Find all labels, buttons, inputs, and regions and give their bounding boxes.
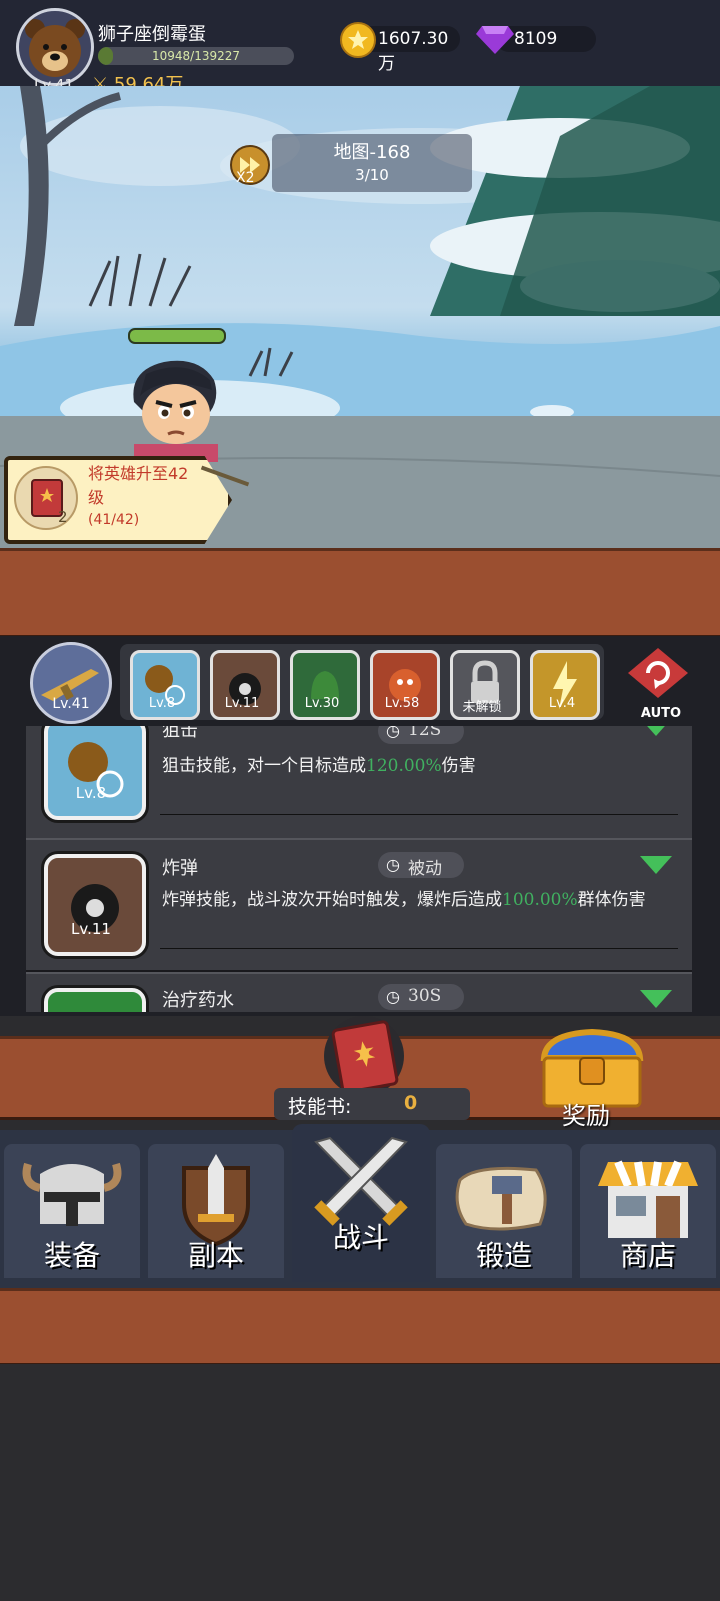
skill-cooldown-text: 12S (408, 726, 442, 740)
gold-value: 1607.30万 (378, 29, 449, 74)
bear-avatar-icon (25, 19, 85, 77)
gem-icon (476, 24, 514, 58)
divider (160, 948, 678, 949)
wave-progress: 3/10 (355, 166, 389, 184)
skill-book-icon[interactable] (330, 1019, 400, 1095)
quest-title: 将英雄升至42级 (88, 464, 189, 507)
skill-slot-level: Lv.11 (224, 696, 260, 711)
weapon-level: Lv.41 (52, 696, 90, 712)
bottom-empty-area (0, 1364, 720, 1601)
skill-description: 狙击技能，对一个目标造成120.00%伤害 (162, 756, 476, 776)
skill-icon-bomb (44, 854, 146, 956)
reward-label: 奖励 (562, 1102, 610, 1130)
gold-coin-icon (340, 22, 376, 58)
nav-label: 锻造 (475, 1239, 532, 1272)
skill-slot-level: Lv.4 (548, 696, 576, 711)
expand-arrow-icon[interactable] (640, 990, 672, 1008)
nav-label: 商店 (619, 1239, 676, 1272)
exp-text: 10948/139227 (151, 49, 241, 63)
quest-progress: (41/42) (88, 512, 140, 528)
skill-level: Lv.8 (75, 784, 107, 802)
nav-label: 战斗 (332, 1221, 389, 1254)
hero-hp-bar (128, 328, 226, 344)
auto-label: AUTO (640, 706, 682, 721)
nav-label: 装备 (43, 1239, 100, 1272)
gem-value: 8109 (514, 29, 558, 49)
skill-level: Lv.11 (71, 920, 111, 938)
potion-icon (48, 992, 142, 1012)
player-name: 狮子座倒霉蛋 (98, 24, 206, 45)
clock-icon: ◷ (386, 987, 400, 1006)
skill-icon-potion (44, 988, 146, 1012)
skill-slot-level: Lv.30 (304, 696, 340, 711)
skill-cooldown-text: 被动 (408, 859, 442, 879)
clock-icon: ◷ (386, 726, 400, 740)
skill-cooldown-text: 30S (408, 986, 442, 1006)
exp-bar: 10948/139227 (98, 47, 294, 65)
nav-tab-battle[interactable] (292, 1124, 430, 1282)
skill-name: 炸弹 (162, 858, 198, 879)
quest-item-slot (14, 466, 78, 530)
map-name: 地图-168 (333, 142, 411, 163)
skill-cooldown: ◷ 被动 (378, 852, 464, 879)
nav-label: 副本 (187, 1239, 244, 1272)
skill-name: 狙击 (162, 726, 198, 741)
skill-book-count: 0 (404, 1092, 418, 1114)
wood-plank-bottom (0, 1288, 720, 1366)
skill-list[interactable]: Lv.8 狙击 ◷ 12S 狙击技能，对一个目标造成120.00%伤害 Lv.1… (0, 726, 720, 1012)
skill-slot-level: Lv.58 (384, 696, 420, 711)
skill-description: 炸弹技能，战斗波次开始时触发，爆炸后造成100.00%群体伤害 (162, 890, 646, 910)
skill-name: 治疗药水 (162, 990, 234, 1011)
skill-cooldown: ◷ 12S (378, 726, 464, 744)
divider (160, 814, 678, 815)
expand-arrow-icon[interactable] (640, 726, 672, 736)
skill-icon-sniper (44, 726, 146, 820)
sniper-icon (68, 742, 124, 798)
clock-icon: ◷ (386, 855, 400, 874)
skill-slot-level: 未解锁 (462, 700, 502, 715)
quest-item-count: 2 (58, 508, 68, 526)
wood-plank-top (0, 548, 720, 638)
skill-cooldown: ◷ 30S (378, 984, 464, 1010)
expand-arrow-icon[interactable] (640, 856, 672, 874)
skill-book-label: 技能书: (288, 1096, 352, 1118)
hero-character (124, 352, 234, 466)
player-avatar[interactable] (16, 8, 94, 86)
skill-slot-level: Lv.8 (148, 696, 176, 711)
speed-label: X2 (236, 170, 255, 186)
